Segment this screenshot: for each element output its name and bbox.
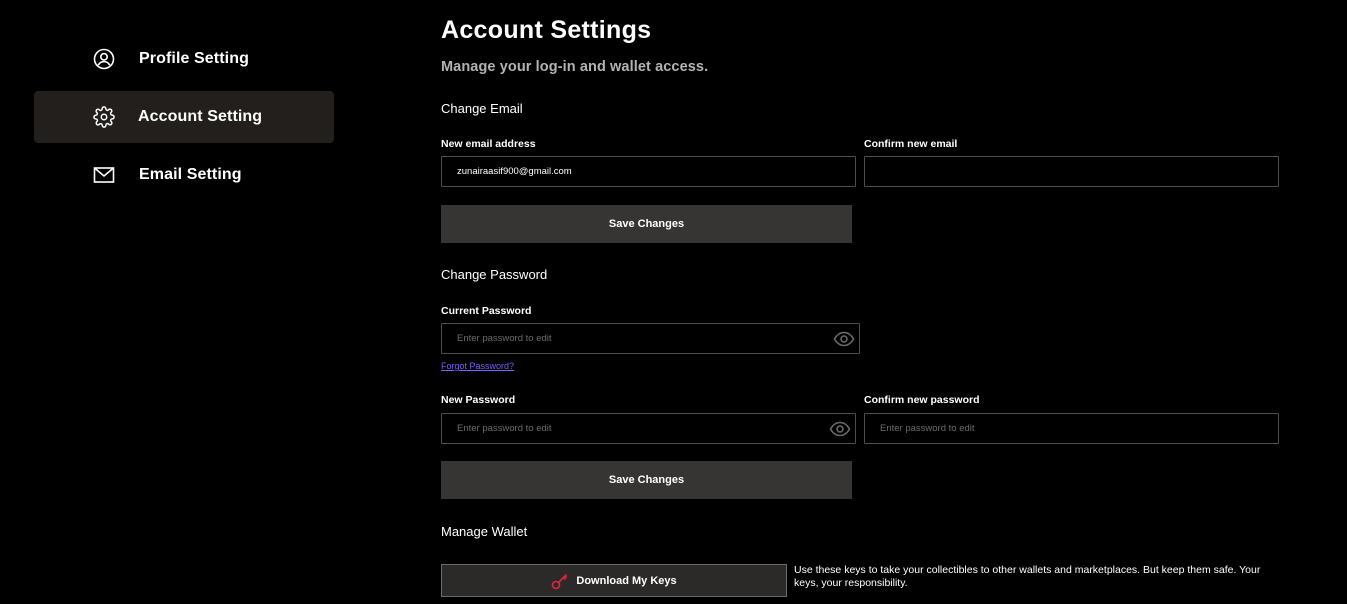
settings-sidebar: Profile Setting Account Setting Email Se… (0, 0, 380, 604)
new-email-value: zunairaasif900@gmail.com (457, 166, 572, 177)
confirm-password-placeholder: Enter password to edit (880, 423, 975, 434)
manage-wallet-heading: Manage Wallet (441, 524, 528, 539)
key-icon (552, 573, 568, 589)
sidebar-item-label: Account Setting (138, 108, 263, 125)
change-password-heading: Change Password (441, 267, 548, 282)
new-password-placeholder: Enter password to edit (457, 423, 552, 434)
current-password-field[interactable]: Enter password to edit (441, 323, 860, 354)
new-email-field[interactable]: zunairaasif900@gmail.com (441, 156, 856, 187)
save-email-button[interactable]: Save Changes (441, 205, 852, 243)
sidebar-item-label: Profile Setting (139, 50, 249, 67)
confirm-password-field[interactable]: Enter password to edit (864, 413, 1279, 444)
sidebar-item-email-setting[interactable]: Email Setting (34, 149, 334, 201)
envelope-icon (93, 164, 115, 186)
sidebar-item-profile-setting[interactable]: Profile Setting (34, 33, 334, 85)
wallet-note: Use these keys to take your collectibles… (794, 564, 1261, 589)
current-password-label: Current Password (441, 305, 532, 317)
page-subtitle: Manage your log-in and wallet access. (441, 59, 709, 75)
forgot-password-link[interactable]: Forgot Password? (441, 361, 514, 371)
eye-icon[interactable] (829, 420, 851, 438)
eye-icon[interactable] (833, 330, 855, 348)
new-email-label: New email address (441, 138, 536, 150)
confirm-email-field[interactable] (864, 156, 1279, 187)
page-title: Account Settings (441, 16, 652, 44)
confirm-email-label: Confirm new email (864, 138, 958, 150)
current-password-placeholder: Enter password to edit (457, 333, 552, 344)
new-password-label: New Password (441, 394, 516, 406)
change-email-heading: Change Email (441, 101, 523, 116)
download-keys-label: Download My Keys (576, 574, 677, 587)
save-password-button[interactable]: Save Changes (441, 461, 852, 499)
confirm-password-label: Confirm new password (864, 394, 980, 406)
download-keys-button[interactable]: Download My Keys (441, 564, 787, 597)
account-settings-panel: Account Settings Manage your log-in and … (441, 0, 1321, 604)
sidebar-item-label: Email Setting (139, 166, 242, 183)
gear-icon (93, 106, 115, 128)
new-password-field[interactable]: Enter password to edit (441, 413, 856, 444)
user-circle-icon (93, 48, 115, 70)
sidebar-item-account-setting[interactable]: Account Setting (34, 91, 334, 143)
